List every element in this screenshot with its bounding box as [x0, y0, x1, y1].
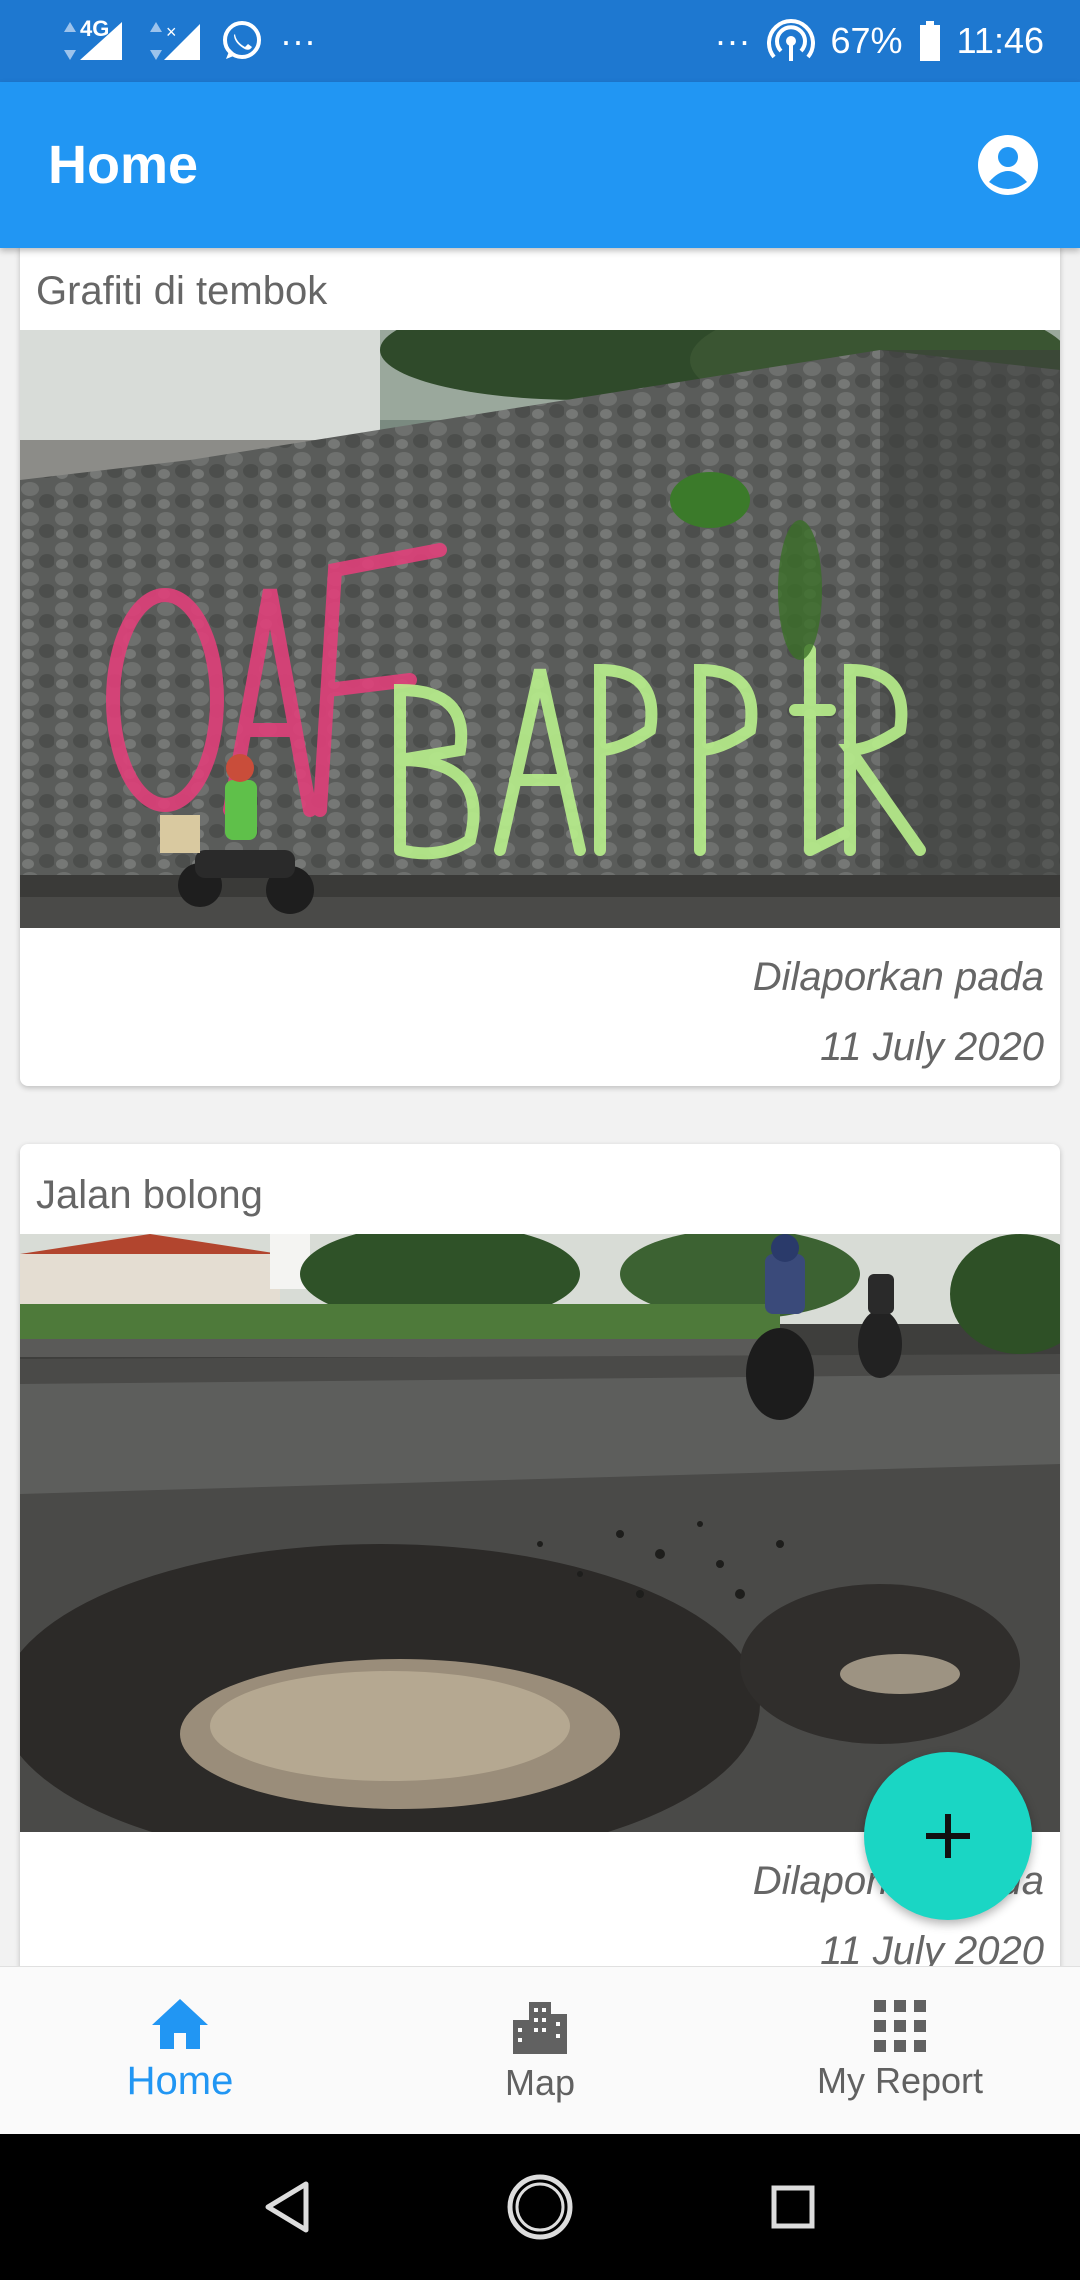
- home-circle-icon: [507, 2174, 573, 2240]
- report-title: Jalan bolong: [36, 1172, 263, 1217]
- status-overflow-right: ···: [714, 20, 751, 61]
- nav-my-report-label: My Report: [816, 2059, 984, 2101]
- page-title: Home: [48, 135, 199, 195]
- recents-icon: [771, 2185, 815, 2229]
- home-icon: [152, 1999, 208, 2049]
- status-overflow-left: ···: [280, 20, 316, 61]
- bottom-navigation: Home Map My Report: [0, 1966, 1080, 2134]
- back-icon: [265, 2181, 309, 2233]
- app-bar: Home: [0, 82, 1080, 248]
- network-type: 4G: [80, 16, 110, 41]
- nav-map-label: Map: [504, 2061, 576, 2103]
- back-button[interactable]: [242, 2162, 332, 2252]
- recents-button[interactable]: [748, 2162, 838, 2252]
- status-right: ··· 67% 11:46: [715, 17, 1044, 65]
- graffiti-wall-photo: [20, 330, 1060, 928]
- grid-icon: [874, 1999, 926, 2052]
- home-system-button[interactable]: [495, 2162, 585, 2252]
- account-circle-icon: [978, 135, 1038, 195]
- nav-home[interactable]: Home: [0, 1967, 360, 2134]
- reported-label: Dilaporkan pada: [752, 955, 1044, 999]
- report-footer: Dilaporkan pada 11 July 2020: [20, 928, 1060, 1082]
- battery-percent: 67%: [830, 20, 903, 61]
- account-button[interactable]: [972, 129, 1044, 201]
- status-time: 11:46: [956, 20, 1044, 61]
- no-signal-icon: ×: [146, 18, 204, 64]
- report-date: 11 July 2020: [820, 1929, 1044, 1966]
- svg-text:×: ×: [166, 22, 177, 42]
- hotspot-icon: [766, 17, 815, 65]
- report-date: 11 July 2020: [820, 1025, 1044, 1069]
- system-navigation-bar: [0, 2134, 1080, 2280]
- add-report-button[interactable]: [864, 1752, 1032, 1920]
- status-bar: 4G × ··· ··· 67% 11:46: [0, 0, 1080, 82]
- nav-my-report[interactable]: My Report: [720, 1967, 1080, 2134]
- nav-home-label: Home: [126, 2059, 234, 2103]
- report-title: Grafiti di tembok: [36, 268, 328, 313]
- city-icon: [513, 2001, 567, 2054]
- battery-icon: [919, 21, 941, 61]
- status-left: 4G × ···: [60, 16, 316, 64]
- report-list[interactable]: Grafiti di tembok Dilaporkan pada 11 Jul…: [0, 248, 1080, 1966]
- whatsapp-icon: [220, 19, 264, 63]
- plus-icon: [926, 1814, 970, 1858]
- nav-map[interactable]: Map: [360, 1967, 720, 2134]
- report-card[interactable]: Grafiti di tembok Dilaporkan pada 11 Jul…: [20, 248, 1060, 1086]
- pothole-road-photo: [20, 1234, 1060, 1832]
